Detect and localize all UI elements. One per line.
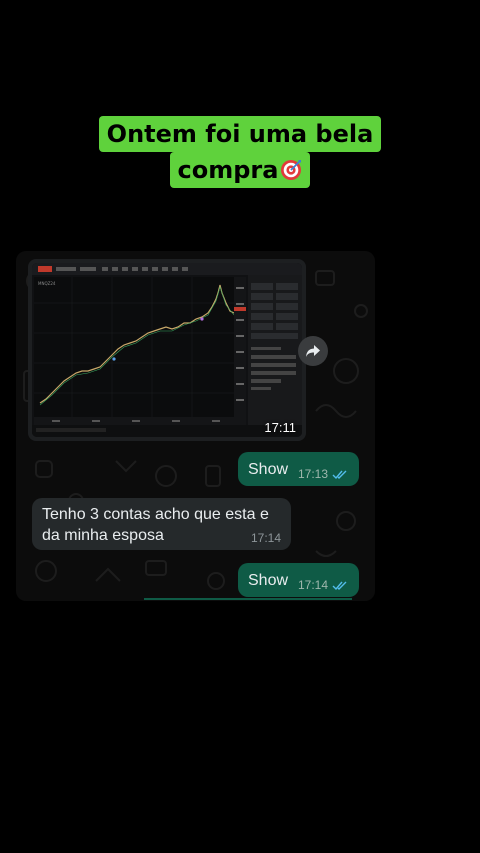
outgoing-message[interactable]: Show 17:14 xyxy=(238,563,359,597)
incoming-message[interactable]: Tenho 3 contas acho que esta e da minha … xyxy=(32,498,291,550)
message-time: 17:14 xyxy=(297,578,328,592)
caption-line-1: Ontem foi uma bela xyxy=(98,116,382,152)
direct-hit-target-icon xyxy=(281,160,302,180)
share-forward-button[interactable] xyxy=(298,336,328,366)
message-text: Show xyxy=(248,461,289,478)
story-caption: Ontem foi uma bela compra xyxy=(0,116,480,188)
message-meta: 17:13 xyxy=(298,467,349,481)
message-time: 17:13 xyxy=(297,467,328,481)
image-message[interactable]: MNQZ24 17:11 xyxy=(28,259,306,441)
svg-text:MNQZ24: MNQZ24 xyxy=(38,281,56,286)
outgoing-message[interactable]: Show 17:13 xyxy=(238,452,359,486)
share-forward-icon xyxy=(306,345,320,357)
message-text: Tenho 3 contas acho que esta e da minha … xyxy=(42,506,269,544)
trading-platform-image: MNQZ24 xyxy=(32,263,302,437)
trading-chart-screenshot[interactable]: MNQZ24 xyxy=(32,263,302,437)
message-meta: 17:14 xyxy=(251,531,281,545)
chat-conversation[interactable]: MNQZ24 17:11 Show 17:13 Tenho 3 contas a… xyxy=(16,251,375,601)
message-text: Show xyxy=(248,572,289,589)
image-timestamp: 17:11 xyxy=(264,420,296,435)
message-time: 17:14 xyxy=(250,531,281,545)
message-meta: 17:14 xyxy=(298,578,349,592)
read-double-check-icon xyxy=(332,470,347,479)
caption-line-2: compra xyxy=(169,152,311,188)
read-double-check-icon xyxy=(332,581,347,590)
next-message-edge xyxy=(144,598,352,600)
